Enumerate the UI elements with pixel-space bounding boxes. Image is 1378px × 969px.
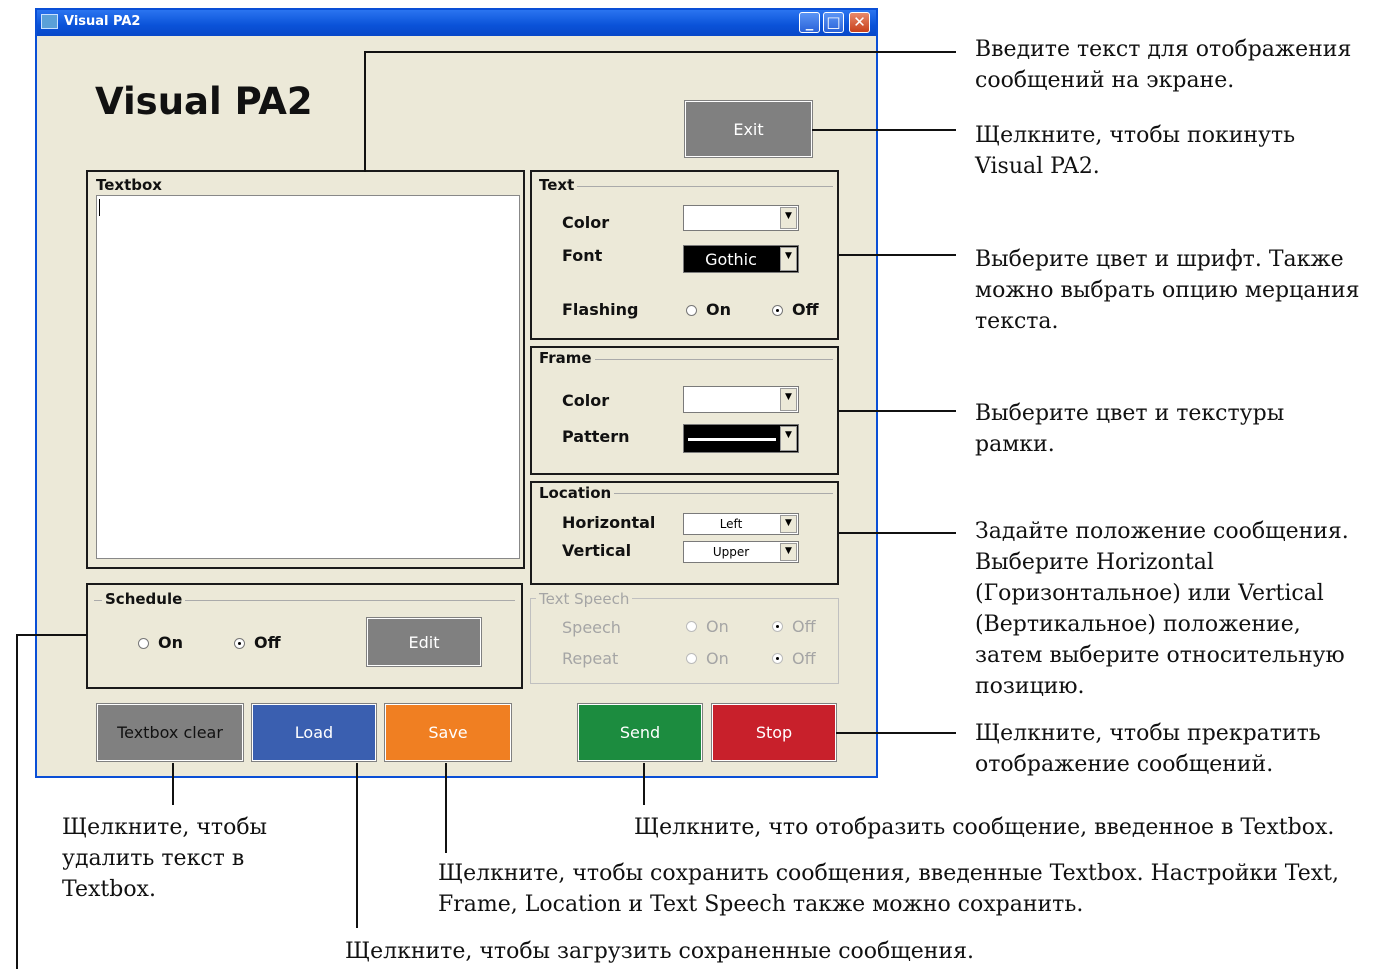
horizontal-select[interactable]: Left ▼: [683, 513, 799, 535]
speech-label: Speech: [562, 618, 621, 637]
callout-line: [836, 732, 956, 734]
schedule-group-label: Schedule: [102, 590, 186, 608]
text-caret: [99, 199, 100, 216]
exit-button[interactable]: Exit: [684, 100, 813, 158]
send-button[interactable]: Send: [577, 703, 703, 762]
callout-line: [16, 634, 18, 969]
annotation-frame: Выберите цвет и текстуры рамки.: [975, 401, 1285, 457]
minimize-button[interactable]: _: [799, 12, 820, 33]
callout-line: [364, 52, 366, 172]
annotation-textbox: Введите текст для отображения сообщений …: [975, 37, 1352, 93]
text-font-value: Gothic: [705, 250, 757, 269]
callout-line: [812, 129, 956, 131]
location-group-label: Location: [536, 484, 615, 502]
flashing-on-label: On: [706, 300, 731, 319]
annotation-stop: Щелкните, чтобы прекратить отображение с…: [975, 721, 1321, 777]
annotation-load: Щелкните, чтобы загрузить сохраненные со…: [345, 939, 974, 964]
frame-color-select[interactable]: ▼: [683, 386, 799, 413]
frame-color-value: [684, 387, 778, 412]
annotation-location: Задайте положение сообщения. Выберите Ho…: [975, 519, 1349, 699]
annotation-save: Щелкните, чтобы сохранить сообщения, вве…: [438, 861, 1340, 917]
flashing-on-radio[interactable]: [686, 305, 697, 316]
callout-line: [445, 763, 447, 853]
horizontal-label: Horizontal: [562, 513, 656, 532]
repeat-off-label: Off: [792, 649, 816, 668]
maximize-button[interactable]: □: [823, 12, 844, 33]
repeat-on-radio: [686, 653, 697, 664]
flashing-off-radio[interactable]: [772, 305, 783, 316]
message-textbox[interactable]: [96, 195, 520, 559]
chevron-down-icon: ▼: [780, 388, 797, 411]
save-button[interactable]: Save: [384, 703, 512, 762]
text-color-value: [684, 206, 778, 230]
flashing-label: Flashing: [562, 300, 639, 319]
chevron-down-icon: ▼: [780, 207, 797, 229]
repeat-on-label: On: [706, 649, 729, 668]
schedule-off-radio[interactable]: [234, 638, 245, 649]
chevron-down-icon: ▼: [780, 515, 797, 533]
load-button[interactable]: Load: [251, 703, 377, 762]
speech-off-label: Off: [792, 617, 816, 636]
callout-line: [172, 763, 174, 805]
callout-line: [839, 254, 956, 256]
maximize-icon: □: [826, 13, 841, 31]
stop-button[interactable]: Stop: [711, 703, 837, 762]
callout-line: [643, 763, 645, 805]
frame-pattern-label: Pattern: [562, 427, 630, 446]
schedule-on-radio[interactable]: [138, 638, 149, 649]
speech-group-label: Text Speech: [536, 590, 633, 608]
flashing-off-label: Off: [792, 300, 819, 319]
textbox-label: Textbox: [93, 176, 165, 194]
schedule-on-label: On: [158, 633, 183, 652]
speech-off-radio: [772, 621, 783, 632]
callout-line: [839, 410, 956, 412]
text-color-label: Color: [562, 213, 610, 232]
text-group-divider: [536, 186, 833, 187]
annotation-text: Выберите цвет и шрифт. Также можно выбра…: [975, 247, 1360, 334]
frame-color-label: Color: [562, 391, 610, 410]
callout-line: [356, 763, 358, 928]
callout-line: [364, 51, 956, 53]
chevron-down-icon: ▼: [780, 426, 797, 451]
chevron-down-icon: ▼: [780, 543, 797, 561]
speech-group: [530, 598, 839, 684]
text-font-label: Font: [562, 246, 603, 265]
text-font-select[interactable]: Gothic ▼: [683, 245, 799, 273]
close-icon: ✕: [853, 13, 866, 31]
repeat-label: Repeat: [562, 649, 619, 668]
annotation-exit: Щелкните, чтобы покинуть Visual PA2.: [975, 123, 1296, 179]
repeat-off-radio: [772, 653, 783, 664]
speech-on-radio: [686, 621, 697, 632]
schedule-edit-button[interactable]: Edit: [366, 617, 482, 667]
app-icon: [41, 14, 58, 29]
speech-on-label: On: [706, 617, 729, 636]
vertical-select[interactable]: Upper ▼: [683, 541, 799, 563]
schedule-off-label: Off: [254, 633, 281, 652]
text-color-select[interactable]: ▼: [683, 205, 799, 231]
window-title: Visual PA2: [64, 14, 141, 29]
chevron-down-icon: ▼: [780, 247, 797, 271]
pattern-line-preview: [688, 438, 776, 441]
callout-line: [839, 532, 956, 534]
close-button[interactable]: ✕: [849, 12, 870, 33]
annotation-clear: Щелкните, чтобы удалить текст в Textbox.: [62, 815, 268, 902]
horizontal-value: Left: [719, 517, 743, 531]
minimize-icon: _: [805, 13, 814, 31]
vertical-label: Vertical: [562, 541, 632, 560]
callout-line: [16, 634, 87, 636]
text-group-label: Text: [536, 176, 578, 194]
vertical-value: Upper: [712, 545, 750, 559]
app-heading: Visual PA2: [95, 80, 313, 123]
annotation-send: Щелкните, что отобразить сообщение, введ…: [634, 815, 1335, 840]
frame-pattern-select[interactable]: ▼: [683, 424, 799, 453]
frame-group-label: Frame: [536, 349, 595, 367]
textbox-clear-button[interactable]: Textbox clear: [96, 703, 244, 762]
title-bar[interactable]: [37, 10, 876, 36]
